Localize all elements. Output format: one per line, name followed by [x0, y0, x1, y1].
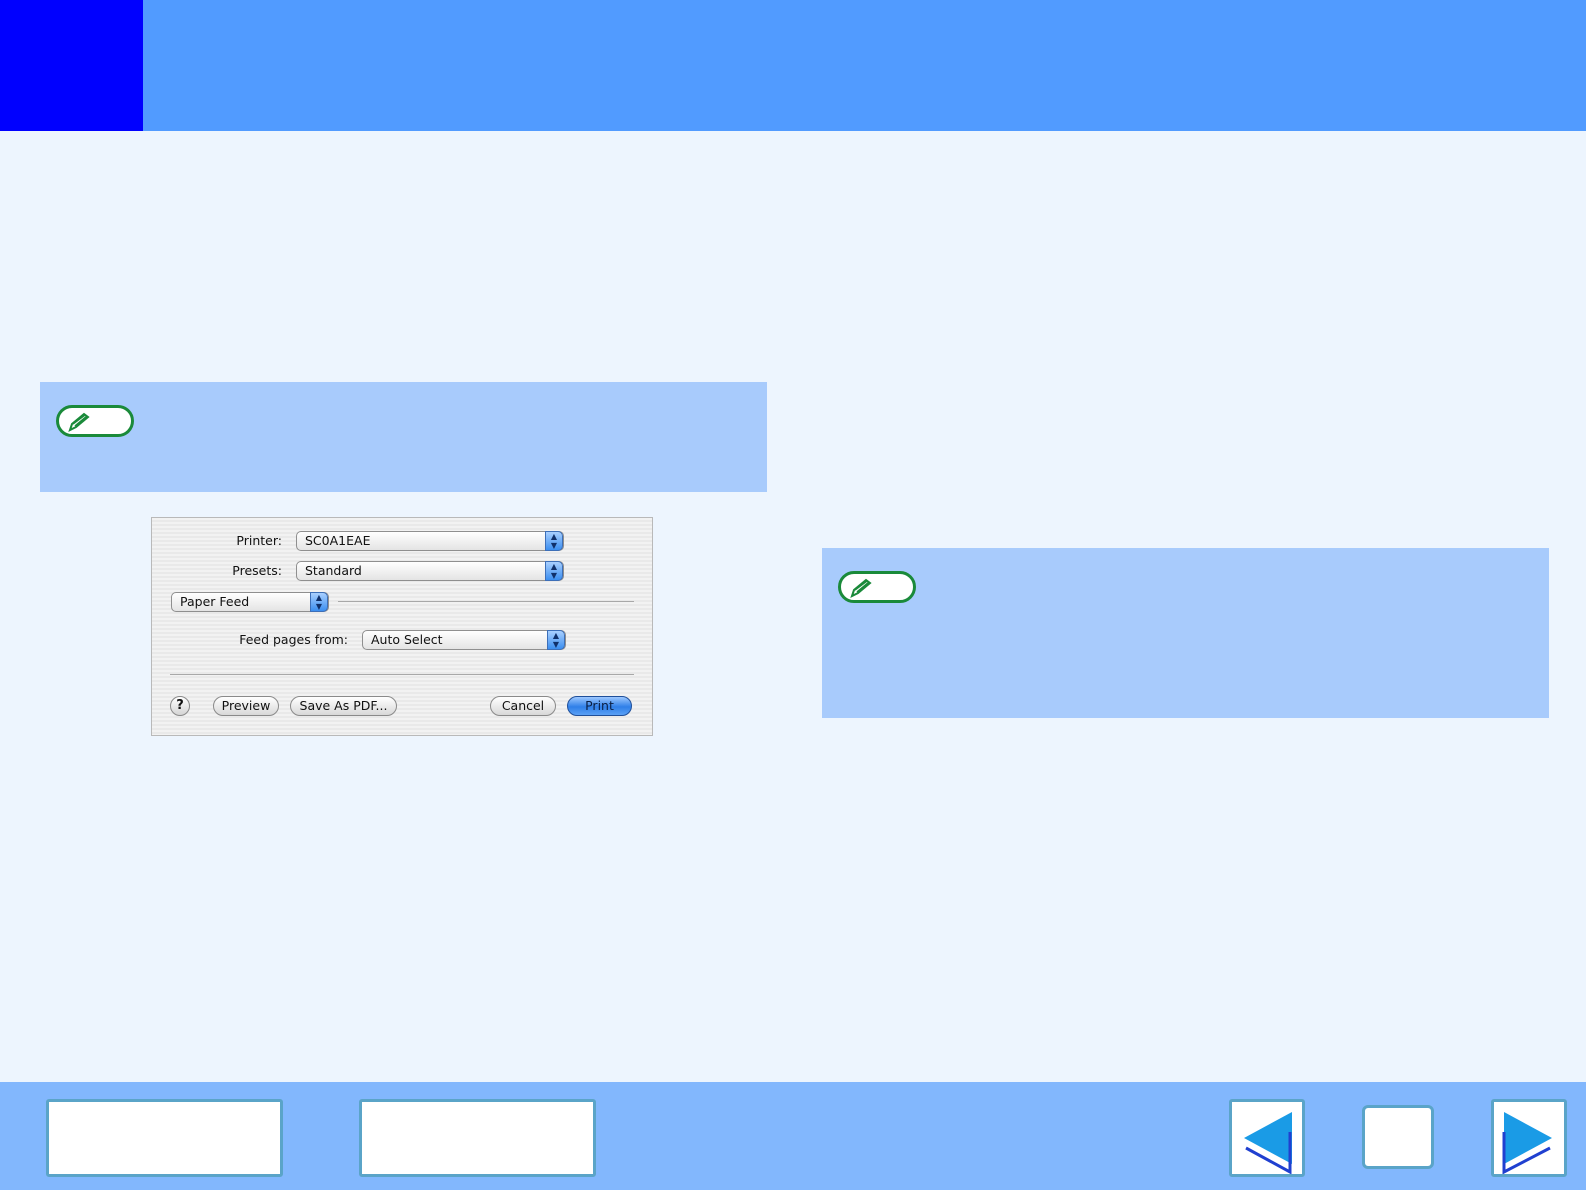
popup-stepper-icon: ▲ ▼	[547, 630, 565, 650]
feed-label: Feed pages from:	[239, 632, 348, 647]
feed-popup[interactable]: Auto Select ▲ ▼	[362, 630, 566, 650]
home-button[interactable]	[1362, 1105, 1434, 1169]
presets-value: Standard	[305, 563, 362, 578]
bottom-divider	[170, 674, 634, 675]
panel-value: Paper Feed	[180, 594, 250, 609]
presets-popup[interactable]: Standard ▲ ▼	[296, 561, 564, 581]
panel-divider	[338, 601, 634, 602]
popup-stepper-icon: ▲ ▼	[545, 531, 563, 551]
arrow-right-icon	[1502, 1112, 1552, 1175]
contents-button[interactable]	[46, 1099, 283, 1177]
popup-stepper-icon: ▲ ▼	[310, 592, 328, 612]
next-page-button[interactable]	[1491, 1099, 1567, 1177]
help-button[interactable]: ?	[170, 696, 190, 716]
feed-value: Auto Select	[371, 632, 443, 647]
footer-nav	[0, 1082, 1586, 1190]
pencil-note-icon	[838, 571, 916, 603]
page-header	[0, 0, 1586, 131]
save-as-pdf-button[interactable]: Save As PDF...	[290, 696, 397, 716]
panel-popup[interactable]: Paper Feed ▲ ▼	[171, 592, 329, 612]
chapter-marker	[0, 0, 143, 131]
preview-button[interactable]: Preview	[213, 696, 279, 716]
index-button[interactable]	[359, 1099, 596, 1177]
printer-label: Printer:	[236, 533, 282, 548]
cancel-button[interactable]: Cancel	[490, 696, 556, 716]
print-button[interactable]: Print	[567, 696, 632, 716]
printer-value: SC0A1EAE	[305, 533, 371, 548]
note-box-left	[40, 382, 767, 492]
print-dialog: Printer: SC0A1EAE ▲ ▼ Presets: Standard ▲…	[151, 517, 653, 736]
presets-label: Presets:	[232, 563, 282, 578]
popup-stepper-icon: ▲ ▼	[545, 561, 563, 581]
printer-popup[interactable]: SC0A1EAE ▲ ▼	[296, 531, 564, 551]
arrow-left-icon	[1244, 1112, 1292, 1175]
pencil-note-icon	[56, 405, 134, 437]
previous-page-button[interactable]	[1229, 1099, 1305, 1177]
note-box-right	[822, 548, 1549, 718]
